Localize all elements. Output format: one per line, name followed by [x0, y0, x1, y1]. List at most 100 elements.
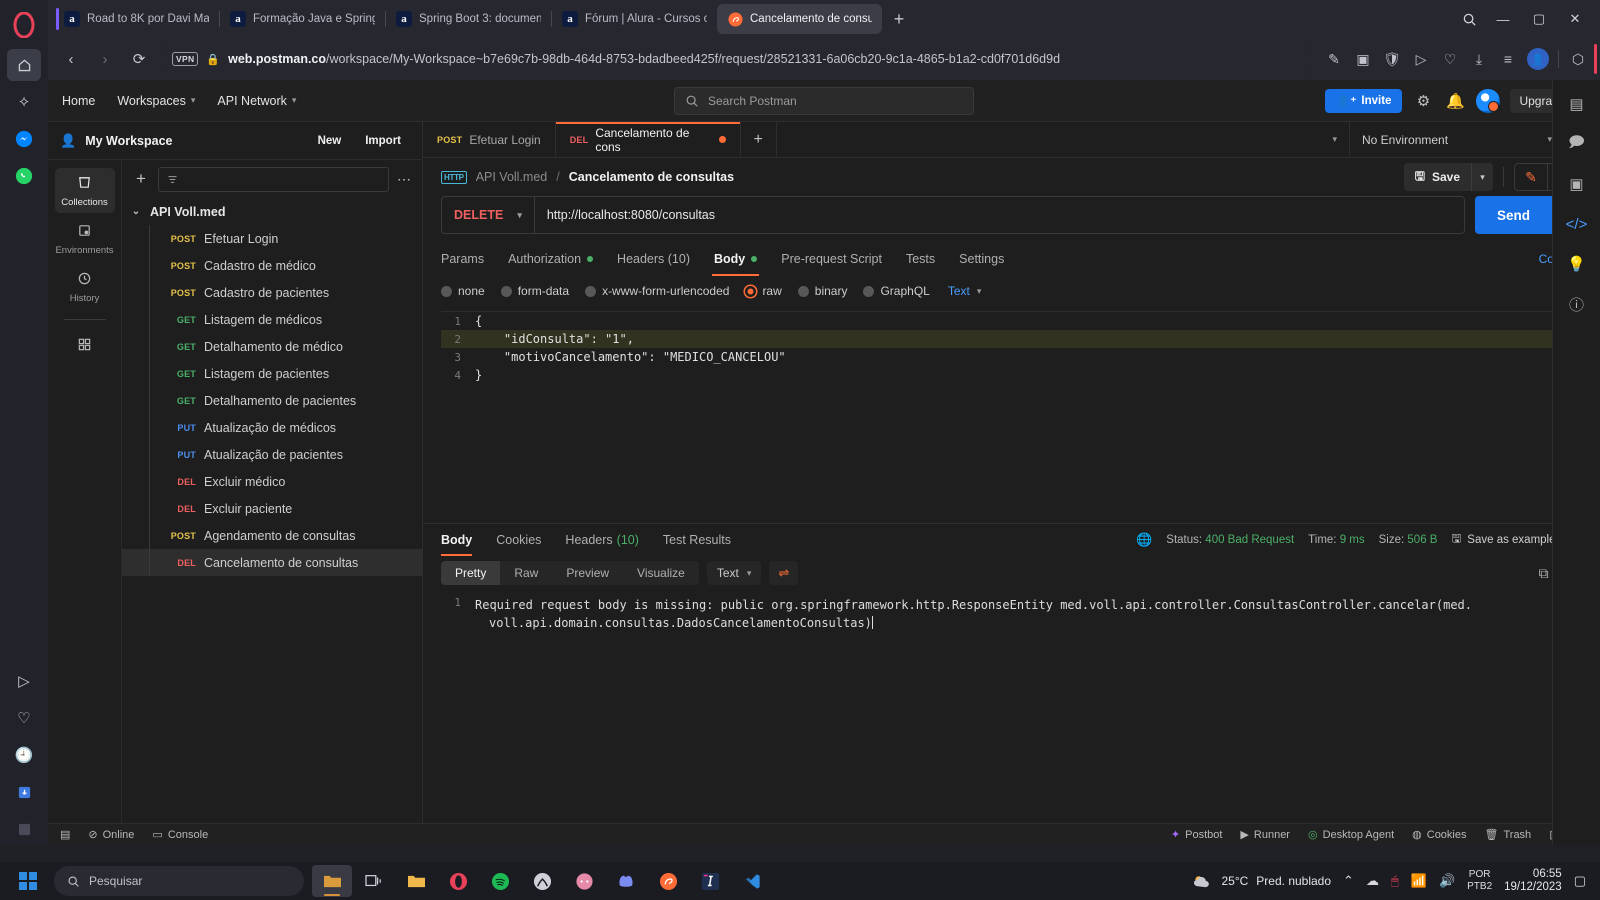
heart-icon[interactable]: ♡: [1436, 45, 1464, 73]
opera-heart-icon[interactable]: ♡: [7, 702, 41, 734]
list-item-selected[interactable]: DEL Cancelamento de consultas: [122, 549, 422, 576]
opera-downloads-icon[interactable]: [7, 776, 41, 808]
address-bar[interactable]: VPN 🔒 web.postman.co/workspace/My-Worksp…: [164, 45, 1310, 73]
tab-body[interactable]: Body: [702, 242, 769, 276]
taskbar-app-discord[interactable]: [606, 865, 646, 897]
messenger-icon[interactable]: [7, 123, 41, 155]
browser-tab[interactable]: a Spring Boot 3: documente: [386, 4, 551, 34]
tab-tests[interactable]: Tests: [894, 242, 947, 276]
forward-button[interactable]: ›: [90, 44, 120, 74]
response-tab-body[interactable]: Body: [441, 524, 484, 556]
body-type-raw[interactable]: raw: [745, 284, 782, 298]
body-type-binary[interactable]: binary: [797, 284, 847, 298]
keyboard-language[interactable]: POR PTB2: [1467, 869, 1492, 893]
taskbar-app-intellij[interactable]: [690, 865, 730, 897]
send-button[interactable]: Send: [1474, 196, 1552, 234]
list-item[interactable]: GET Listagem de pacientes: [122, 360, 422, 387]
wrap-lines-icon[interactable]: ⇌: [769, 561, 799, 585]
chevron-down-icon[interactable]: ▾: [1332, 134, 1337, 145]
edit-icon[interactable]: ✎: [1320, 45, 1348, 73]
list-item[interactable]: POST Agendamento de consultas: [122, 522, 422, 549]
body-type-none[interactable]: none: [441, 284, 485, 298]
response-body[interactable]: 1 Required request body is missing: publ…: [423, 590, 1600, 823]
sidebar-item-collections[interactable]: Collections: [54, 168, 115, 213]
search-input[interactable]: Search Postman: [674, 86, 974, 115]
response-format-selector[interactable]: Text ▾: [706, 561, 762, 585]
invite-button[interactable]: 👤⁺ Invite: [1325, 88, 1403, 113]
browser-tab[interactable]: a Formação Java e Spring Bo: [220, 4, 385, 34]
environment-selector[interactable]: No Environment ▾: [1349, 122, 1564, 157]
tray-chevron-up-icon[interactable]: ⌃: [1343, 873, 1354, 889]
sidebar-item-history[interactable]: History: [55, 264, 115, 309]
tab-params[interactable]: Params: [441, 242, 496, 276]
avatar[interactable]: [1476, 88, 1501, 113]
camera-icon[interactable]: ▣: [1349, 45, 1377, 73]
tab-cancelamento-de-consultas[interactable]: DEL Cancelamento de cons: [555, 122, 741, 157]
nav-workspaces[interactable]: Workspaces ▾: [117, 94, 195, 108]
view-tab-preview[interactable]: Preview: [552, 561, 623, 585]
save-as-example-button[interactable]: 🖫 Save as example: [1451, 531, 1555, 550]
body-type-urlencoded[interactable]: x-www-form-urlencoded: [585, 284, 729, 298]
save-options-button[interactable]: ▾: [1471, 163, 1493, 191]
tray-onedrive-icon[interactable]: ☁: [1366, 873, 1379, 889]
list-item[interactable]: PUT Atualização de médicos: [122, 414, 422, 441]
cookies-button[interactable]: ◍ Cookies: [1412, 828, 1466, 842]
menu-icon[interactable]: ≡: [1494, 45, 1522, 73]
taskbar-app-explorer-active[interactable]: [312, 865, 352, 897]
opera-settings-icon[interactable]: ⬡: [1564, 45, 1592, 73]
start-button[interactable]: [6, 866, 50, 896]
opera-extensions-icon[interactable]: [7, 813, 41, 845]
collection-root[interactable]: ⌄ API Voll.med: [122, 198, 422, 225]
list-item[interactable]: POST Cadastro de médico: [122, 252, 422, 279]
new-request-tab-button[interactable]: +: [741, 122, 777, 157]
taskbar-search-input[interactable]: Pesquisar: [54, 866, 304, 896]
online-status[interactable]: ⊘ Online: [88, 828, 134, 842]
taskbar-app-task-view[interactable]: [354, 865, 394, 897]
taskbar-app-chat[interactable]: [564, 865, 604, 897]
reload-button[interactable]: ⟳: [124, 44, 154, 74]
request-body-editor[interactable]: 1 { 2 "idConsulta": "1", 3 "motivoCancel…: [441, 311, 1582, 523]
body-type-graphql[interactable]: GraphQL: [863, 284, 930, 298]
minimize-button[interactable]: —: [1486, 4, 1520, 34]
tab-pre-request-script[interactable]: Pre-request Script: [769, 242, 894, 276]
opera-sparkle-icon[interactable]: ✧: [7, 86, 41, 118]
browser-tab[interactable]: a Fórum | Alura - Cursos onl: [552, 4, 717, 34]
clock[interactable]: 06:55 19/12/2023: [1504, 868, 1562, 894]
info-circle-icon[interactable]: ⓘ: [1563, 290, 1591, 318]
body-language-selector[interactable]: Text ▾: [948, 284, 982, 298]
list-item[interactable]: POST Efetuar Login: [122, 225, 422, 252]
list-item[interactable]: POST Cadastro de pacientes: [122, 279, 422, 306]
copy-icon[interactable]: ⧉: [1539, 565, 1549, 582]
import-button[interactable]: Import: [356, 131, 410, 151]
runner-button[interactable]: ▶ Runner: [1240, 828, 1290, 842]
tray-volume-icon[interactable]: 🔊: [1439, 873, 1455, 889]
edit-pencil-icon[interactable]: ✎: [1514, 163, 1548, 191]
breadcrumb-collection[interactable]: API Voll.med: [476, 170, 548, 184]
list-item[interactable]: DEL Excluir médico: [122, 468, 422, 495]
taskbar-app-file-explorer[interactable]: [396, 865, 436, 897]
browser-search-icon[interactable]: [1454, 4, 1484, 34]
postbot-button[interactable]: ✦ Postbot: [1171, 828, 1223, 842]
bell-icon[interactable]: 🔔: [1444, 92, 1466, 110]
maximize-button[interactable]: ▢: [1522, 4, 1556, 34]
download-icon[interactable]: ⤓: [1465, 45, 1493, 73]
tab-settings[interactable]: Settings: [947, 242, 1016, 276]
list-item[interactable]: GET Listagem de médicos: [122, 306, 422, 333]
trash-button[interactable]: 🗑 Trash: [1485, 828, 1532, 842]
lightbulb-icon[interactable]: 💡: [1563, 250, 1591, 278]
info-panel-icon[interactable]: ▣: [1563, 170, 1591, 198]
view-tab-raw[interactable]: Raw: [500, 561, 552, 585]
taskbar-app-spotify[interactable]: [480, 865, 520, 897]
body-type-form-data[interactable]: form-data: [500, 284, 569, 298]
desktop-agent-button[interactable]: ◎ Desktop Agent: [1308, 828, 1394, 842]
tab-headers[interactable]: Headers (10): [605, 242, 702, 276]
taskbar-app-postman[interactable]: [648, 865, 688, 897]
tab-efetuar-login[interactable]: POST Efetuar Login: [423, 122, 556, 157]
nav-home[interactable]: Home: [62, 94, 95, 108]
sidebar-toggle-icon[interactable]: ▤: [60, 828, 70, 841]
response-tab-cookies[interactable]: Cookies: [484, 524, 553, 556]
browser-tab[interactable]: a Road to 8K por Davi Marin: [54, 4, 219, 34]
chevron-down-icon[interactable]: ⌄: [130, 206, 142, 217]
shield-icon[interactable]: 🛡: [1378, 45, 1406, 73]
notification-center-icon[interactable]: ▢: [1574, 873, 1586, 889]
